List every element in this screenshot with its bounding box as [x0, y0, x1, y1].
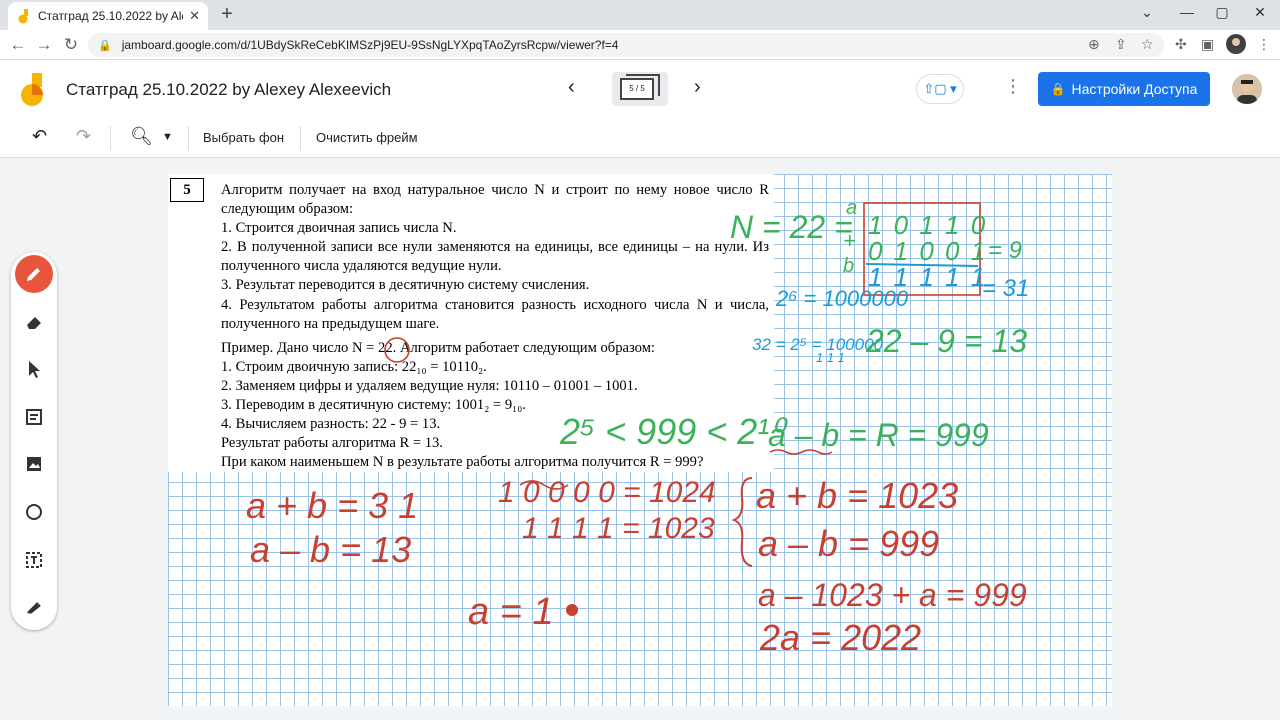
redo-icon[interactable]: ↷ — [76, 126, 91, 147]
cast-button[interactable]: ⇧▢ ▾ — [916, 74, 964, 104]
laser-pointer-icon[interactable] — [22, 595, 46, 619]
url-text: jamboard.google.com/d/1UBdySkReCebKIMSzP… — [121, 38, 619, 52]
editing-toolbar: ↶ ↷ 🔍︎ ▼ Выбрать фон Очистить фрейм — [0, 118, 1280, 158]
undo-icon[interactable]: ↶ — [32, 126, 47, 147]
pen-glyph — [27, 268, 40, 281]
problem-number: 5 — [170, 178, 204, 202]
browser-tab[interactable]: Статград 25.10.2022 by Alexey Al ✕ — [8, 2, 208, 30]
app-header: Статград 25.10.2022 by Alexey Alexeevich… — [0, 60, 1280, 118]
laser-glyph — [27, 602, 41, 614]
problem-line: 3. Результат переводится в десятичную си… — [221, 277, 590, 294]
question-line: При каком наименьшем N в результате рабо… — [221, 454, 704, 471]
lock-icon: 🔒 — [1050, 82, 1066, 96]
zoom-dropdown-icon[interactable]: ▼ — [162, 131, 173, 143]
example-line: 4. Вычисляем разность: 22 - 9 = 13. — [221, 416, 441, 433]
person-icon — [1229, 38, 1243, 54]
textbox-glyph — [26, 552, 42, 568]
example-line: 2. Заменяем цифры и удаляем ведущие нуля… — [221, 377, 638, 394]
example-line: 3. Переводим в десятичную систему: 1001₂… — [221, 397, 526, 414]
image-icon[interactable] — [22, 452, 46, 476]
zoom-icon[interactable]: 🔍︎ — [130, 126, 153, 147]
problem-line: 2. В полученной записи все нули заменяют… — [221, 239, 769, 275]
minimize-icon[interactable]: — — [1176, 4, 1198, 20]
jamboard-favicon-icon — [18, 9, 28, 24]
share-label: Настройки Доступа — [1071, 81, 1198, 97]
text-box-icon[interactable] — [22, 548, 46, 572]
example-line: 1. Строим двоичную запись: 22₁₀ = 10110₂… — [221, 358, 487, 375]
problem-line: Алгоритм получает на вход натуральное чи… — [221, 182, 769, 218]
sticky-note-icon[interactable] — [22, 405, 46, 429]
circle-glyph — [26, 504, 42, 520]
browser-tab-strip: Статград 25.10.2022 by Alexey Al ✕ + ⌄ —… — [0, 0, 1280, 30]
lock-icon: 🔒 — [98, 39, 112, 52]
cast-icon: ⇧▢ ▾ — [923, 81, 957, 96]
user-avatar[interactable] — [1232, 74, 1262, 104]
back-icon[interactable]: ← — [8, 35, 28, 55]
problem-line: 4. Результатом работы алгоритма становит… — [221, 296, 769, 332]
toolbar-divider — [300, 126, 301, 150]
extensions-icon[interactable]: ✣ — [1175, 36, 1187, 53]
frame-bar-toggle[interactable]: 5 / 5 — [612, 72, 668, 106]
clear-frame-button[interactable]: Очистить фрейм — [316, 130, 418, 145]
more-options-icon[interactable]: ⋮ — [1004, 76, 1022, 97]
example-intro: Пример. Дано число N = 22. Алгоритм рабо… — [221, 339, 655, 356]
problem-line: 1. Строится двоичная запись числа N. — [221, 220, 457, 237]
image-glyph — [27, 457, 41, 471]
arrow-glyph — [29, 361, 40, 378]
new-tab-button[interactable]: + — [216, 4, 238, 26]
toolbar-divider — [110, 126, 111, 150]
eraser-icon[interactable] — [22, 310, 46, 334]
frame-indicator: 5 / 5 — [620, 78, 654, 100]
side-panel-icon[interactable]: ▣ — [1201, 36, 1214, 53]
set-background-button[interactable]: Выбрать фон — [203, 130, 284, 145]
url-field[interactable]: 🔒 jamboard.google.com/d/1UBdySkReCebKIMS… — [88, 33, 1164, 57]
pen-icon[interactable] — [22, 262, 46, 286]
person-icon — [1232, 74, 1262, 104]
circle-shape-icon[interactable] — [22, 500, 46, 524]
toolbar-divider — [188, 126, 189, 150]
reload-icon[interactable]: ↻ — [61, 35, 81, 55]
jamboard-logo-icon — [21, 73, 43, 106]
tool-rail — [11, 252, 57, 630]
tab-title: Статград 25.10.2022 by Alexey Al — [38, 9, 183, 23]
document-title: Статград 25.10.2022 by Alexey Alexeevich — [66, 80, 392, 99]
example-line: Результат работы алгоритма R = 13. — [221, 435, 443, 452]
previous-frame-icon[interactable]: ‹ — [568, 76, 575, 99]
maximize-icon[interactable]: ▢ — [1211, 4, 1233, 21]
next-frame-icon[interactable]: › — [694, 76, 701, 99]
note-glyph — [26, 409, 42, 425]
select-arrow-icon[interactable] — [22, 357, 46, 381]
profile-avatar[interactable] — [1226, 34, 1246, 54]
chevron-down-icon[interactable]: ⌄ — [1136, 4, 1158, 21]
bookmark-star-icon[interactable]: ☆ — [1141, 36, 1154, 53]
browser-menu-icon[interactable]: ⋮ — [1257, 36, 1271, 53]
eraser-glyph — [27, 317, 41, 329]
share-button[interactable]: 🔒 Настройки Доступа — [1038, 72, 1210, 106]
share-page-icon[interactable]: ⇪ — [1115, 36, 1127, 53]
zoom-icon[interactable]: ⊕ — [1088, 36, 1100, 53]
address-bar-row: ← → ↻ 🔒 jamboard.google.com/d/1UBdySkReC… — [0, 30, 1280, 60]
close-window-icon[interactable]: ✕ — [1249, 4, 1271, 21]
close-tab-icon[interactable]: ✕ — [189, 8, 200, 24]
forward-icon[interactable]: → — [34, 35, 54, 55]
problem-text: Алгоритм получает на вход натуральное чи… — [221, 181, 769, 472]
